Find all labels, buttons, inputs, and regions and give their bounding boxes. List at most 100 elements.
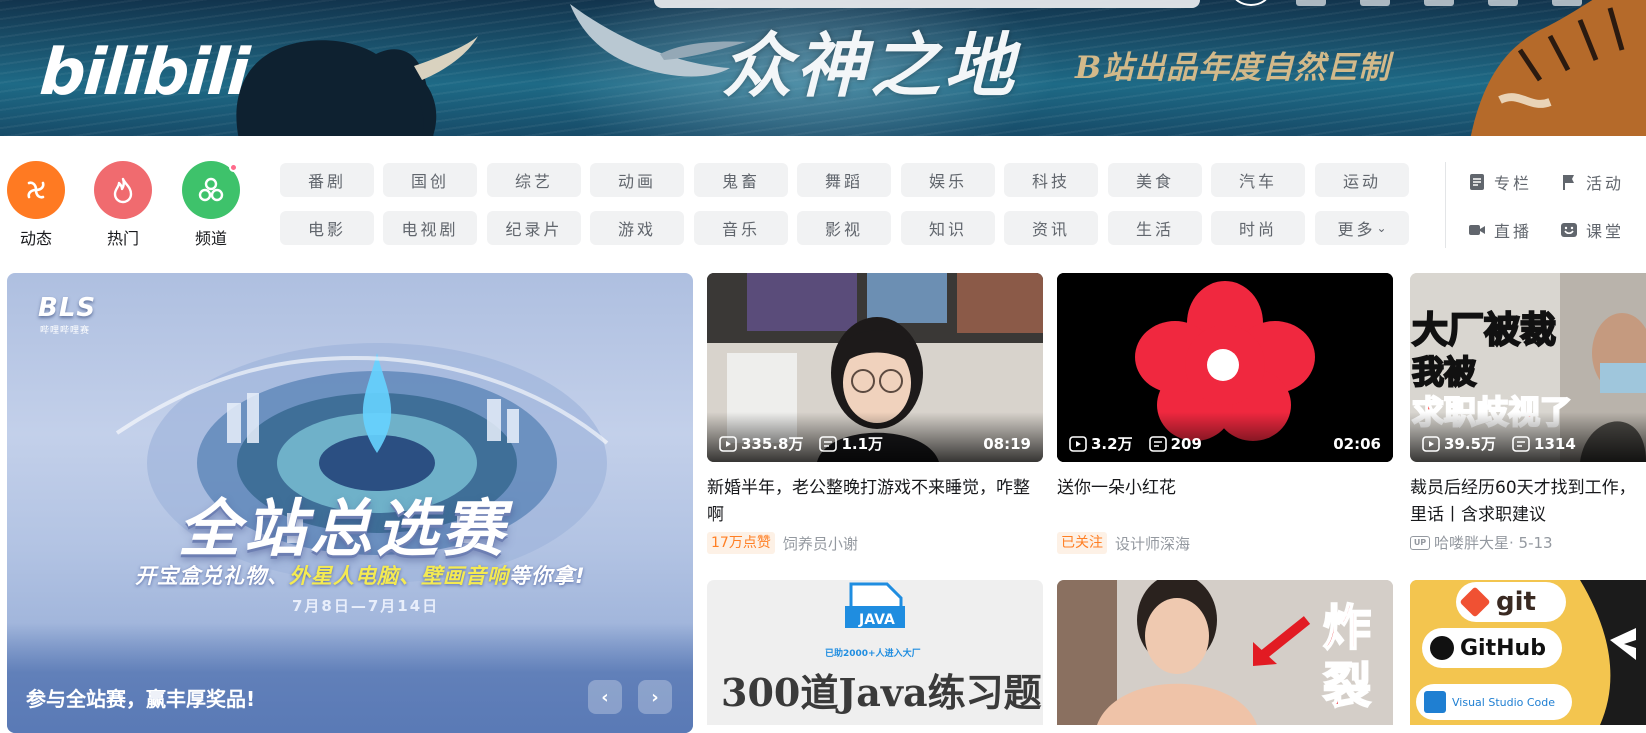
video-stats: 3.2万 209 02:06 [1069, 433, 1381, 454]
tiger-illustration [1470, 0, 1646, 136]
chevron-down-icon: ⌄ [1376, 221, 1387, 235]
channel-divider [1445, 162, 1446, 248]
top-nav-link[interactable] [1296, 0, 1326, 6]
github-label: GitHub [1460, 635, 1546, 661]
video-author[interactable]: 哈喽胖大星 [1434, 532, 1509, 553]
video-thumbnail[interactable]: 大厂被裁 我被 求职歧视了 39.5万 1314 [1410, 273, 1646, 462]
video-card[interactable]: 335.8万 1.1万 08:19 新婚半年，老公整晚打游戏不来睡觉，咋整啊 1… [707, 273, 1043, 554]
channel-chip-zhishi[interactable]: 知识 [901, 211, 995, 245]
classroom-icon [1561, 223, 1577, 237]
video-thumbnail[interactable]: 335.8万 1.1万 08:19 [707, 273, 1043, 462]
video-date: · 5-13 [1509, 533, 1553, 552]
event-date: 7月8日—7月14日 [292, 597, 440, 615]
carousel-prev-button[interactable]: ‹ [588, 680, 622, 714]
video-meta: 17万点赞 饲养员小谢 [707, 532, 1043, 554]
channel-chip-guochuang[interactable]: 国创 [383, 163, 477, 197]
play-icon [1422, 435, 1440, 452]
more-label: 更多 [1337, 220, 1376, 239]
video-title[interactable]: 新婚半年，老公整晚打游戏不来睡觉，咋整啊 [707, 475, 1043, 529]
thumb-text-1: 大厂被裁 [1411, 309, 1557, 352]
event-sub-part: 等你拿! [509, 564, 586, 588]
channel-chip-fanju[interactable]: 番剧 [280, 163, 374, 197]
danmaku-count: 209 [1148, 434, 1202, 453]
top-nav-link[interactable] [1360, 0, 1390, 6]
play-count: 3.2万 [1069, 433, 1133, 454]
github-badge: GitHub [1422, 628, 1562, 668]
side-link-column[interactable]: 专栏 [1468, 170, 1532, 194]
github-icon [1430, 636, 1454, 660]
java-sub: 已助2000+人进入大厂 [825, 649, 921, 659]
like-badge: 17万点赞 [707, 532, 775, 554]
event-title: 全站总选赛 [178, 492, 509, 565]
bilibili-logo[interactable]: bilibili [37, 36, 249, 110]
channel-chip-meishi[interactable]: 美食 [1108, 163, 1202, 197]
video-author[interactable]: 设计师深海 [1115, 533, 1190, 554]
channel-chip-zixun[interactable]: 资讯 [1004, 211, 1098, 245]
channel-chip-qiche[interactable]: 汽车 [1211, 163, 1305, 197]
channel-chip-yinyue[interactable]: 音乐 [694, 211, 788, 245]
channel-chip-shishang[interactable]: 时尚 [1211, 211, 1305, 245]
vscode-label: Visual Studio Code [1452, 695, 1556, 709]
banner-title: 众神之地 [722, 24, 1018, 107]
side-link-classroom[interactable]: 课堂 [1560, 218, 1624, 242]
event-sub-highlight: 外星人电脑、 [289, 564, 421, 588]
video-card[interactable]: 3.2万 209 02:06 送你一朵小红花 已关注 设计师深海 [1057, 273, 1393, 554]
up-icon: UP [1410, 535, 1430, 550]
channel-chip-yundong[interactable]: 运动 [1315, 163, 1409, 197]
side-link-live-label: 直播 [1494, 222, 1533, 241]
live-icon [1469, 225, 1485, 235]
danmaku-count-value: 1314 [1534, 434, 1576, 453]
caption-gradient [7, 623, 693, 733]
channel-chip-shenghuo[interactable]: 生活 [1108, 211, 1202, 245]
play-count-value: 39.5万 [1444, 435, 1497, 453]
video-meta: 已关注 设计师深海 [1057, 532, 1393, 554]
event-subtitle: 开宝盒兑礼物、外星人电脑、壁画音响等你拿! [135, 560, 586, 590]
carousel-next-button[interactable]: › [638, 680, 672, 714]
channel-chip-zongyi[interactable]: 综艺 [487, 163, 581, 197]
side-link-activity[interactable]: 活动 [1560, 170, 1624, 194]
channel-chip-yule[interactable]: 娱乐 [901, 163, 995, 197]
nav-popular[interactable]: 热门 [90, 161, 156, 249]
channel-chip-guichu[interactable]: 鬼畜 [694, 163, 788, 197]
danmaku-count-value: 209 [1170, 434, 1202, 453]
windmill-icon [7, 161, 65, 219]
vscode-icon [1424, 691, 1446, 713]
fitness-text-2: 裂 [1322, 657, 1372, 715]
bls-logo: BLS [38, 293, 97, 323]
channel-more-button[interactable]: 更多 ⌄ [1315, 211, 1409, 245]
nav-popular-label: 热门 [106, 229, 139, 248]
video-title[interactable]: 裁员后经历60天才找到工作，里话丨含求职建议 [1410, 475, 1646, 529]
carousel-caption[interactable]: 参与全站赛，赢丰厚奖品! [26, 683, 255, 712]
video-thumbnail[interactable]: 3.2万 209 02:06 [1057, 273, 1393, 462]
banner-slogan: B站出品年度自然巨制 [1075, 50, 1391, 86]
video-thumbnail-git[interactable]: git GitHub Visual Studio Code [1410, 580, 1646, 725]
danmaku-icon [1148, 435, 1167, 452]
play-icon [1069, 435, 1087, 452]
flame-icon [94, 161, 152, 219]
side-link-live[interactable]: 直播 [1468, 218, 1532, 242]
video-title[interactable]: 送你一朵小红花 [1057, 475, 1393, 529]
nav-dynamic[interactable]: 动态 [3, 161, 69, 249]
video-duration: 02:06 [1333, 434, 1381, 453]
channel-chip-keji[interactable]: 科技 [1004, 163, 1098, 197]
channel-chip-youxi[interactable]: 游戏 [590, 211, 684, 245]
git-icon [1459, 586, 1491, 618]
channel-chip-dianshiju[interactable]: 电视剧 [383, 211, 477, 245]
channel-chip-jilupian[interactable]: 纪录片 [487, 211, 581, 245]
video-card[interactable]: 大厂被裁 我被 求职歧视了 39.5万 1314 裁员后经历60天才找到工作，里… [1410, 273, 1646, 553]
notification-dot [229, 163, 238, 172]
channel-chip-donghua[interactable]: 动画 [590, 163, 684, 197]
side-link-activity-label: 活动 [1586, 174, 1625, 193]
channel-chip-dianying[interactable]: 电影 [280, 211, 374, 245]
channel-chip-wudao[interactable]: 舞蹈 [797, 163, 891, 197]
header-banner: bilibili 众神之地 B站出品年度自然巨制 [0, 0, 1646, 136]
video-thumbnail-java[interactable]: JAVA 已助2000+人进入大厂 300道Java练习题 [707, 580, 1043, 725]
channel-chip-yingshi[interactable]: 影视 [797, 211, 891, 245]
play-count: 39.5万 [1422, 433, 1496, 454]
git-label: git [1496, 587, 1536, 617]
video-thumbnail-fitness[interactable]: 炸 裂 [1057, 580, 1393, 725]
video-stats: 39.5万 1314 [1422, 433, 1634, 454]
video-duration: 08:19 [983, 434, 1031, 453]
nav-channels[interactable]: 频道 [178, 161, 244, 249]
video-author[interactable]: 饲养员小谢 [783, 533, 858, 554]
